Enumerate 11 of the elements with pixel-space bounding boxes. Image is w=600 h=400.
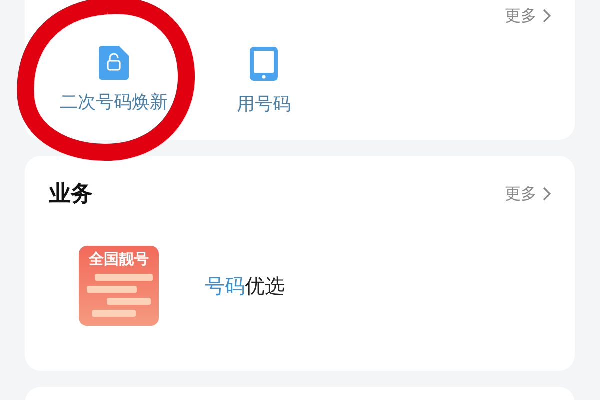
chevron-icon xyxy=(543,187,551,201)
section-title: 业务 xyxy=(49,181,93,209)
service-label[interactable]: 二次号码焕新 xyxy=(60,90,168,114)
more-link[interactable]: 更多 xyxy=(505,6,551,26)
phone-icon xyxy=(249,46,279,82)
chevron-icon xyxy=(543,9,551,23)
option-label[interactable]: 号码优选 xyxy=(205,272,285,300)
more-link[interactable]: 更多 xyxy=(505,184,551,204)
number-thumbnail: 全国靓号 xyxy=(79,246,159,326)
service-label[interactable]: 用号码 xyxy=(237,92,291,116)
file-lock-icon xyxy=(99,46,129,80)
